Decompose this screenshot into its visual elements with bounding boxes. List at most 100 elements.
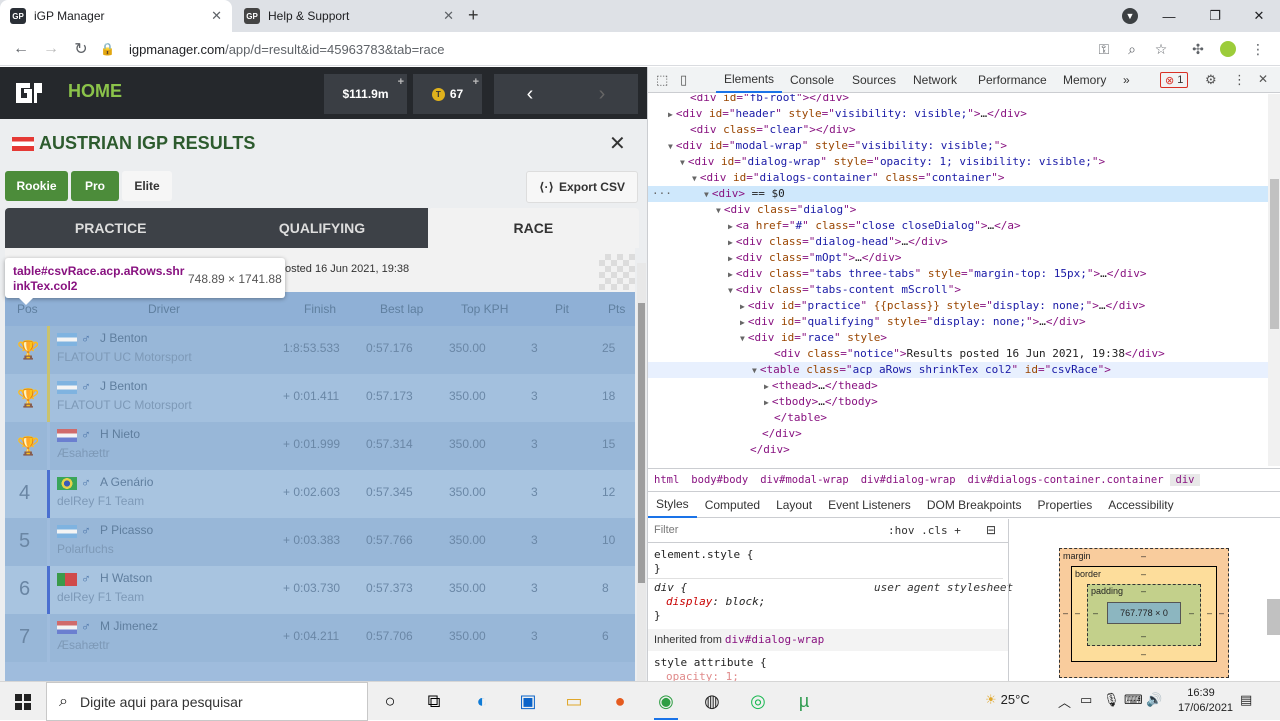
dom-node-line[interactable]: ▶ <a href="#" class="close closeDialog">……: [648, 218, 1268, 234]
driver-name[interactable]: P Picasso: [100, 523, 153, 537]
inspect-element-icon[interactable]: ⬚: [656, 72, 668, 88]
table-row[interactable]: 🏆 ♂ J Benton FLATOUT UC Motorsport + 0:01.41…: [5, 374, 635, 422]
team-name[interactable]: delRey F1 Team: [57, 590, 144, 604]
page-scrollbar-thumb[interactable]: [638, 303, 645, 583]
tier-pro-button[interactable]: Pro: [71, 171, 119, 201]
expanded-triangle-icon[interactable]: ▼: [716, 206, 721, 215]
zoom-icon[interactable]: ⌕: [1122, 39, 1142, 59]
team-name[interactable]: Æsahættr: [57, 638, 110, 652]
dom-node-line[interactable]: ▶ <div id="header" style="visibility: vis…: [648, 106, 1268, 122]
volume-icon[interactable]: 🔊: [1146, 692, 1162, 708]
tier-rookie-button[interactable]: Rookie: [5, 171, 68, 201]
devtools-tab-memory[interactable]: Memory: [1055, 67, 1114, 93]
key-icon[interactable]: ⚿: [1094, 39, 1114, 59]
export-csv-button[interactable]: ⟨·⟩ Export CSV: [526, 171, 638, 203]
table-row[interactable]: 6 ♂ H Watson delRey F1 Team + 0:03.730 0:57.3…: [5, 566, 635, 614]
collapsed-triangle-icon[interactable]: ▶: [740, 318, 745, 327]
div-rule-selector[interactable]: div {user agent stylesheet: [654, 581, 1013, 594]
tab-qualifying[interactable]: QUALIFYING: [216, 208, 428, 248]
file-explorer-icon[interactable]: ▭: [558, 686, 590, 716]
box-model-content[interactable]: 767.778 × 0: [1107, 602, 1181, 624]
profile-avatar[interactable]: [1218, 39, 1238, 59]
error-count-badge[interactable]: ⊗ 1: [1160, 72, 1189, 88]
back-arrow-icon[interactable]: ←: [10, 38, 32, 60]
forward-arrow-icon[interactable]: →: [40, 38, 62, 60]
styles-subtab[interactable]: Event Listeners: [820, 492, 919, 518]
collapsed-triangle-icon[interactable]: ▶: [728, 222, 733, 231]
bookmark-star-icon[interactable]: ☆: [1151, 39, 1171, 59]
collapsed-triangle-icon[interactable]: ▶: [668, 110, 673, 119]
tab-close-icon[interactable]: ✕: [211, 8, 222, 24]
collapsed-triangle-icon[interactable]: ▶: [728, 254, 733, 263]
chrome-icon[interactable]: ◉: [650, 686, 682, 720]
network-icon[interactable]: ▭: [1080, 692, 1092, 708]
team-name[interactable]: FLATOUT UC Motorsport: [57, 350, 192, 364]
toggle-sidebar-icon[interactable]: ⊟: [986, 523, 996, 537]
devtools-menu-icon[interactable]: ⋮: [1233, 72, 1246, 88]
prev-arrow-button[interactable]: ‹: [494, 74, 566, 114]
styles-subtab[interactable]: Styles: [648, 492, 697, 518]
new-tab-button[interactable]: +: [468, 5, 479, 26]
devtools-tab-performance[interactable]: Performance: [970, 67, 1055, 93]
team-name[interactable]: Polarfuchs: [57, 542, 114, 556]
expanded-triangle-icon[interactable]: ▼: [728, 286, 733, 295]
header-pit[interactable]: Pit: [555, 302, 569, 316]
dom-node-line[interactable]: ▼ <div class="tabs-content mScroll">: [648, 282, 1268, 298]
driver-name[interactable]: M Jimenez: [100, 619, 158, 633]
dom-tree-scrollbar-thumb[interactable]: [1270, 179, 1279, 329]
expanded-triangle-icon[interactable]: ▼: [692, 174, 697, 183]
table-row[interactable]: 7 ♂ M Jimenez Æsahættr + 0:04.211 0:57.706 350…: [5, 614, 635, 662]
dom-node-line[interactable]: ▶ <div class="mOpt">…</div>: [648, 250, 1268, 266]
dom-node-line[interactable]: ▶ <div class="tabs three-tabs" style="mar…: [648, 266, 1268, 282]
dom-node-line[interactable]: </div>: [648, 426, 1268, 442]
collapsed-triangle-icon[interactable]: ▶: [728, 270, 733, 279]
driver-name[interactable]: J Benton: [100, 331, 147, 345]
tray-chevron-icon[interactable]: ︿: [1058, 692, 1071, 711]
dom-node-line[interactable]: ▼ <div id="race" style>: [648, 330, 1268, 346]
extensions-puzzle-icon[interactable]: ✣: [1188, 39, 1208, 59]
dom-node-line[interactable]: <div id="fb-root"></div>: [648, 94, 1268, 106]
dom-node-line[interactable]: </table>: [648, 410, 1268, 426]
breadcrumb-item[interactable]: div#dialogs-container.container: [962, 474, 1170, 486]
dom-node-line[interactable]: </div>: [648, 442, 1268, 458]
styles-subtab[interactable]: DOM Breakpoints: [919, 492, 1030, 518]
keyboard-icon[interactable]: ⌨: [1124, 692, 1143, 708]
devtools-tab-elements[interactable]: Elements: [716, 67, 783, 93]
table-row[interactable]: 5 ♂ P Picasso Polarfuchs + 0:03.383 0:57.766 3…: [5, 518, 635, 566]
window-minimize-button[interactable]: —: [1146, 0, 1192, 32]
system-clock[interactable]: 16:39 17/06/2021: [1178, 686, 1233, 716]
window-restore-button[interactable]: ❐: [1192, 0, 1238, 32]
address-bar[interactable]: 🔒 igpmanager.com/app/d=result&id=4596378…: [100, 35, 1180, 63]
dom-node-line[interactable]: ··· ▼ <div> == $0: [648, 186, 1268, 202]
tokens-button[interactable]: T 67 +: [413, 74, 482, 114]
tab-search-icon[interactable]: ▼: [1122, 8, 1138, 24]
device-toolbar-icon[interactable]: ▯: [680, 72, 687, 88]
dom-node-line[interactable]: ▶ <div id="qualifying" style="display: no…: [648, 314, 1268, 330]
devtools-tab-network[interactable]: Network: [905, 67, 965, 93]
task-view-icon[interactable]: ⧉: [418, 686, 450, 716]
dialog-close-button[interactable]: ✕: [609, 131, 626, 156]
chrome-menu-icon[interactable]: ⋮: [1248, 39, 1268, 59]
devtools-tab-console[interactable]: Console: [782, 67, 842, 93]
dom-node-line[interactable]: ▶ <tbody>…</tbody>: [648, 394, 1268, 410]
inherited-from-link[interactable]: div#dialog-wrap: [725, 633, 824, 646]
dom-node-line[interactable]: <div class="notice">Results posted 16 Ju…: [648, 346, 1268, 362]
dom-node-line[interactable]: ▼ <div id="dialogs-container" class="cont…: [648, 170, 1268, 186]
breadcrumb-item[interactable]: body#body: [685, 474, 754, 486]
driver-name[interactable]: J Benton: [100, 379, 147, 393]
page-scrollbar[interactable]: [637, 263, 646, 681]
expanded-triangle-icon[interactable]: ▼: [668, 142, 673, 151]
box-model-scrollbar[interactable]: [1267, 599, 1280, 635]
tab-practice[interactable]: PRACTICE: [5, 208, 217, 248]
reload-icon[interactable]: ↻: [70, 38, 92, 60]
expanded-triangle-icon[interactable]: ▼: [752, 366, 757, 375]
store-icon[interactable]: ▣: [512, 686, 544, 716]
styles-subtab[interactable]: Properties: [1030, 492, 1101, 518]
breadcrumb-item[interactable]: html: [648, 474, 685, 486]
browser-tab-help[interactable]: GP Help & Support ✕: [234, 0, 464, 32]
devtools-more-tabs[interactable]: »: [1115, 67, 1138, 93]
table-row[interactable]: 4 ♂ A Genário delRey F1 Team + 0:02.603 0:57.…: [5, 470, 635, 518]
dom-node-line[interactable]: ▶ <div class="dialog-head">…</div>: [648, 234, 1268, 250]
display-declaration[interactable]: display: block;: [666, 595, 765, 608]
tier-elite-button[interactable]: Elite: [122, 171, 172, 201]
